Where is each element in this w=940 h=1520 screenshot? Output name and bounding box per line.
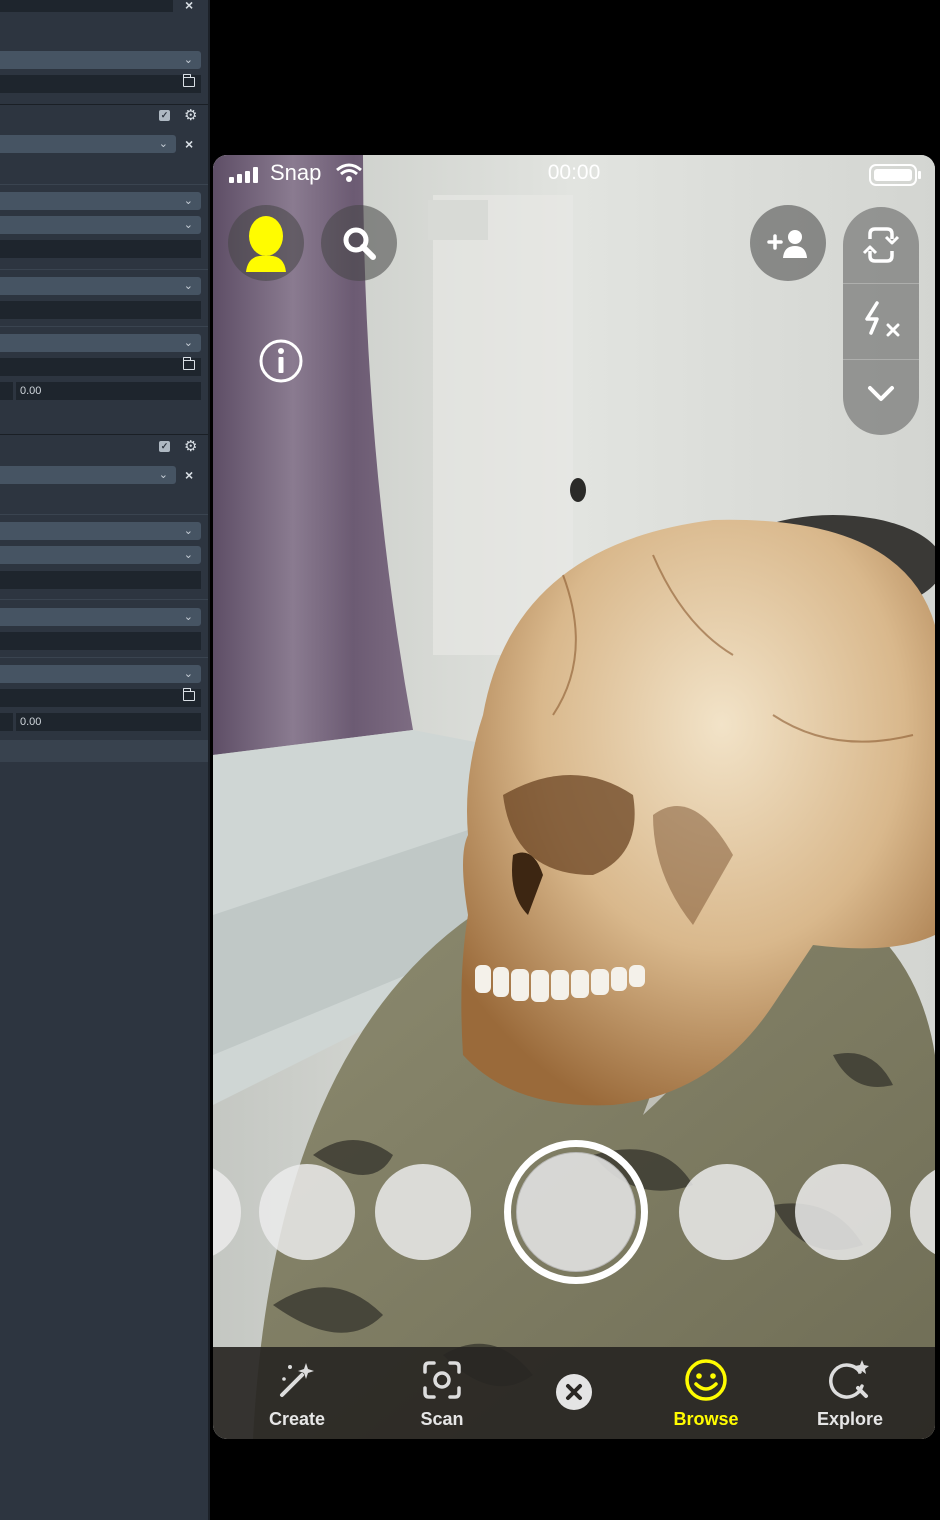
add-friend-button[interactable]: [750, 205, 826, 281]
dropdown[interactable]: ⌄: [0, 608, 201, 626]
remove-icon[interactable]: ×: [185, 467, 193, 483]
chevron-down-icon[interactable]: [867, 385, 895, 403]
chevron-down-icon: ⌄: [183, 280, 193, 292]
dropdown[interactable]: ⌄: [0, 546, 201, 564]
flip-camera-icon[interactable]: [862, 225, 900, 265]
gear-icon[interactable]: ⚙: [184, 439, 197, 454]
info-icon[interactable]: [258, 338, 304, 384]
nav-scan-label: Scan: [420, 1409, 464, 1429]
lens-carousel-item[interactable]: [375, 1164, 471, 1260]
chevron-down-icon: ⌄: [158, 469, 168, 481]
chevron-down-icon: ⌄: [183, 219, 193, 231]
add-friend-icon: [767, 230, 807, 258]
nav-explore[interactable]: Explore: [795, 1347, 905, 1439]
dropdown[interactable]: ⌄: [0, 192, 201, 210]
bottom-nav: Create Scan Browse Explore: [213, 1347, 935, 1439]
chevron-down-icon: ⌄: [183, 54, 193, 66]
close-lens-icon[interactable]: [555, 1373, 593, 1411]
chevron-down-icon: ⌄: [183, 668, 193, 680]
chevron-down-icon: ⌄: [183, 549, 193, 561]
inspector-panel: × ⌄ ✓ ⚙ ⌄ × ⌄ ⌄ ⌄ ⌄ 0.00 ✓ ⚙ ⌄ × ⌄ ⌄ ⌄ ⌄…: [0, 0, 210, 1520]
active-lens: [516, 1152, 636, 1272]
dropdown[interactable]: ⌄: [0, 522, 201, 540]
text-field[interactable]: [0, 0, 173, 12]
lens-carousel-item[interactable]: [795, 1164, 891, 1260]
lens-carousel-item[interactable]: [679, 1164, 775, 1260]
status-bar: Snap 00:00: [213, 155, 935, 195]
bitmoji-avatar-icon: [246, 216, 286, 272]
text-field[interactable]: [0, 632, 201, 650]
folder-icon[interactable]: [182, 74, 195, 87]
chevron-down-icon: ⌄: [183, 525, 193, 537]
folder-icon[interactable]: [182, 357, 195, 370]
dropdown[interactable]: ⌄: [0, 665, 201, 683]
battery-icon: [869, 164, 921, 186]
camera-tool-rail: [843, 207, 919, 435]
remove-icon[interactable]: ×: [185, 136, 193, 152]
file-field[interactable]: [0, 357, 201, 376]
profile-button[interactable]: [228, 205, 304, 281]
text-field[interactable]: [0, 301, 201, 319]
enabled-checkbox[interactable]: ✓: [159, 441, 170, 452]
dropdown[interactable]: ⌄: [0, 135, 176, 153]
chevron-down-icon: ⌄: [183, 611, 193, 623]
smiley-icon: [685, 1359, 727, 1401]
remove-icon[interactable]: ×: [185, 0, 193, 13]
dropdown[interactable]: ⌄: [0, 466, 176, 484]
capture-button[interactable]: [504, 1140, 648, 1284]
nav-scan[interactable]: Scan: [387, 1347, 497, 1439]
file-field[interactable]: [0, 688, 201, 707]
text-field[interactable]: [0, 571, 201, 589]
nav-browse[interactable]: Browse: [651, 1347, 761, 1439]
search-button[interactable]: [321, 205, 397, 281]
dropdown[interactable]: ⌄: [0, 216, 201, 234]
folder-icon[interactable]: [182, 688, 195, 701]
gear-icon[interactable]: ⚙: [184, 108, 197, 123]
nav-create-label: Create: [268, 1409, 326, 1429]
file-field[interactable]: [0, 74, 201, 93]
clock: 00:00: [547, 161, 601, 184]
dropdown[interactable]: ⌄: [0, 51, 201, 69]
lens-carousel-item[interactable]: [259, 1164, 355, 1260]
chevron-down-icon: ⌄: [158, 138, 168, 150]
phone-preview: Snap 00:00 Create Scan Browse Explore: [213, 155, 935, 1439]
explore-icon: [829, 1360, 869, 1399]
search-icon: [343, 227, 376, 260]
nav-explore-label: Explore: [816, 1409, 884, 1429]
number-field[interactable]: 0.00: [16, 713, 201, 731]
text-field[interactable]: [0, 240, 201, 258]
nav-create[interactable]: Create: [242, 1347, 352, 1439]
dropdown[interactable]: ⌄: [0, 277, 201, 295]
dropdown[interactable]: ⌄: [0, 334, 201, 352]
scan-icon: [423, 1361, 461, 1399]
nav-browse-label: Browse: [673, 1409, 739, 1429]
chevron-down-icon: ⌄: [183, 195, 193, 207]
enabled-checkbox[interactable]: ✓: [159, 110, 170, 121]
panel-footer: [0, 740, 208, 762]
flash-off-icon[interactable]: [861, 301, 903, 341]
number-field[interactable]: 0.00: [16, 382, 201, 400]
chevron-down-icon: ⌄: [183, 337, 193, 349]
magic-wand-icon: [280, 1363, 314, 1397]
